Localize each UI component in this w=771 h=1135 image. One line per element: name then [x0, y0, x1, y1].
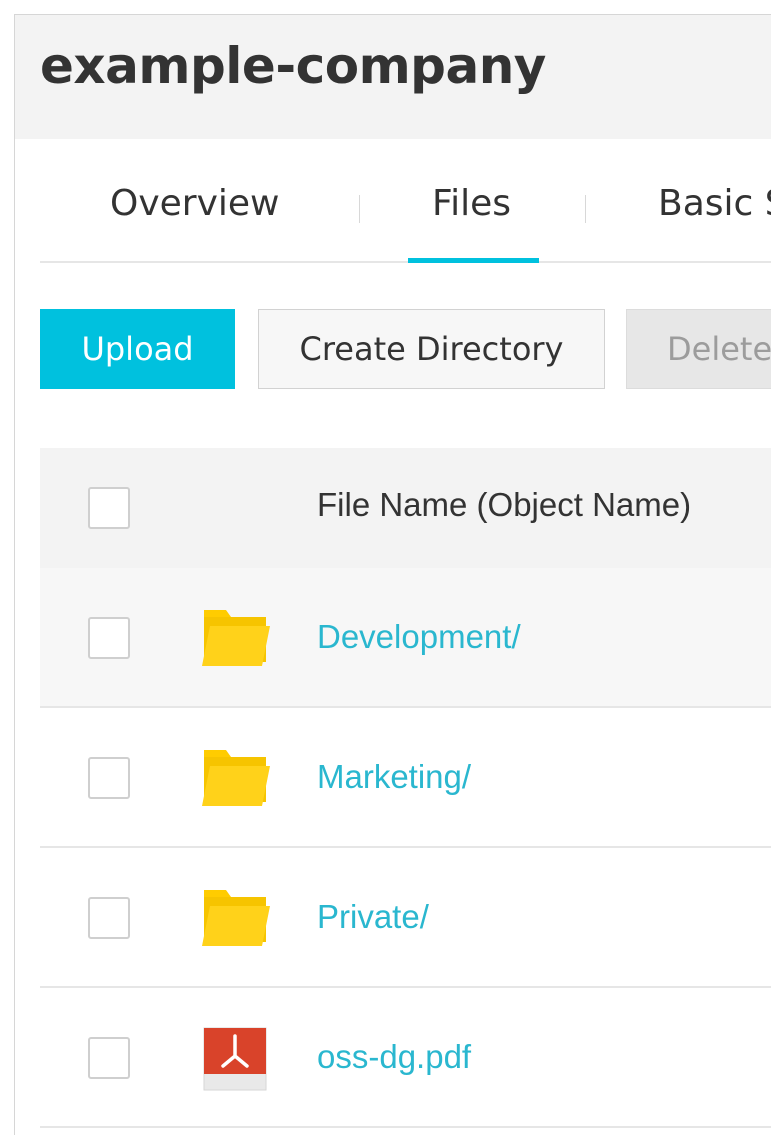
active-tab-indicator — [408, 258, 539, 263]
folder-icon — [202, 750, 270, 806]
bucket-header: example-company — [15, 15, 771, 139]
table-row[interactable]: Private/ — [40, 848, 771, 988]
folder-icon — [202, 890, 270, 946]
select-all-checkbox[interactable] — [88, 487, 130, 529]
create-directory-button[interactable]: Create Directory — [258, 309, 605, 389]
row-checkbox[interactable] — [88, 897, 130, 939]
tab-bar: Overview Files Basic S — [40, 139, 771, 263]
file-toolbar: Upload Create Directory Delete — [40, 309, 771, 391]
tab-overview[interactable]: Overview — [110, 183, 280, 224]
tab-basic-settings[interactable]: Basic S — [658, 183, 771, 224]
folder-icon — [202, 610, 270, 666]
row-checkbox[interactable] — [88, 617, 130, 659]
row-checkbox[interactable] — [88, 1037, 130, 1079]
table-row[interactable]: Marketing/ — [40, 708, 771, 848]
tab-divider — [359, 195, 360, 223]
file-table: File Name (Object Name) Development/ Mar… — [40, 448, 771, 1128]
pdf-file-icon — [203, 1027, 267, 1091]
row-checkbox[interactable] — [88, 757, 130, 799]
file-name-link[interactable]: Development/ — [317, 618, 521, 656]
tab-divider — [585, 195, 586, 223]
file-name-link[interactable]: Marketing/ — [317, 758, 471, 796]
tab-files[interactable]: Files — [432, 183, 511, 224]
table-row[interactable]: Development/ — [40, 568, 771, 708]
file-name-link[interactable]: Private/ — [317, 898, 429, 936]
file-name-link[interactable]: oss-dg.pdf — [317, 1038, 471, 1076]
table-row[interactable]: oss-dg.pdf — [40, 988, 771, 1128]
bucket-title: example-company — [40, 37, 546, 95]
table-header: File Name (Object Name) — [40, 448, 771, 568]
column-header-file-name: File Name (Object Name) — [317, 486, 692, 523]
delete-button[interactable]: Delete — [626, 309, 771, 389]
upload-button[interactable]: Upload — [40, 309, 235, 389]
oss-bucket-panel: example-company Overview Files Basic S U… — [14, 14, 771, 1135]
